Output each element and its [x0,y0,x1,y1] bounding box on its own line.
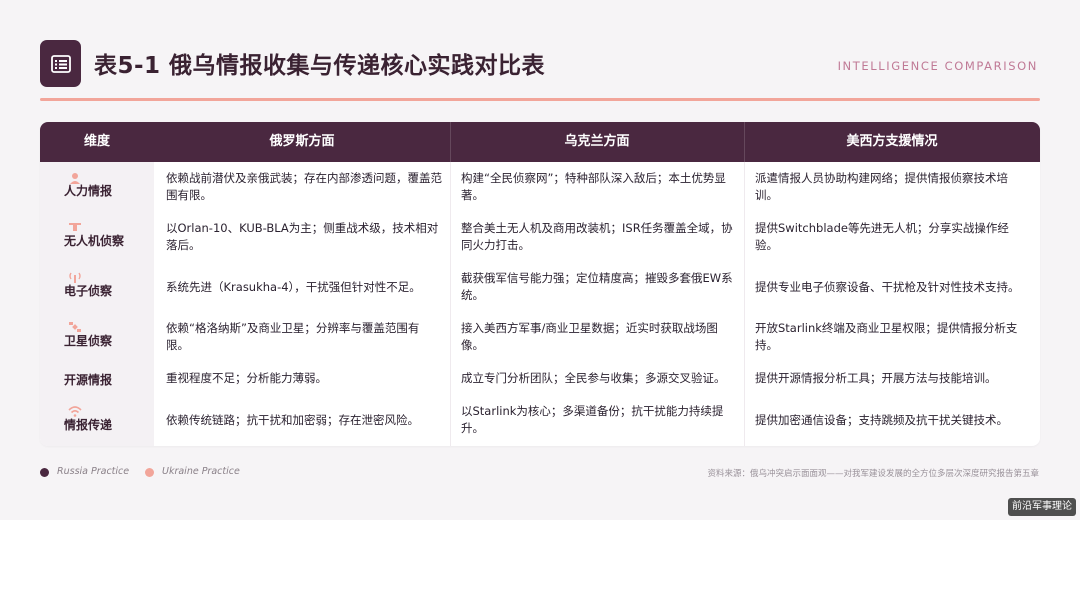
dimension-label: 卫星侦察 [64,334,113,348]
ukraine-cell: 截获俄军信号能力强；定位精度高；摧毁多套俄EW系统。 [461,271,733,302]
dimension-label: 开源情报 [64,373,113,387]
table-row: 情报传递 依赖传统链路；抗干扰和加密弱；存在泄密风险。 以Starlink为核心… [40,395,1040,446]
column-header-west: 美西方支援情况 [846,134,938,149]
dimension-label: 无人机侦察 [64,234,125,248]
legend-swatch-ukraine [145,468,154,477]
ukraine-cell: 整合美土无人机及商用改装机；ISR任务覆盖全域，协同火力打击。 [461,221,733,252]
legend-label-russia: Russia Practice [57,466,130,477]
column-header-ukraine: 乌克兰方面 [564,134,630,149]
column-divider [450,212,451,262]
page-title: 表5-1 俄乌情报收集与传递核心实践对比表 [94,53,546,79]
dimension-cell: 人力情报 [40,162,154,212]
dimension-cell: 卫星侦察 [40,312,154,362]
table-row: 电子侦察 系统先进（Krasukha-4），干扰强但针对性不足。 截获俄军信号能… [40,262,1040,312]
dimension-cell: 开源情报 [40,362,154,395]
dimension-label: 情报传递 [64,418,113,432]
west-cell: 开放Starlink终端及商业卫星权限；提供情报分析支持。 [755,321,1018,352]
russia-cell: 依赖“格洛纳斯”及商业卫星；分辨率与覆盖范围有限。 [166,321,420,352]
table-header: 维度 俄罗斯方面 乌克兰方面 美西方支援情况 [40,122,1040,162]
title-divider [40,98,1040,101]
legend-swatch-russia [40,468,49,477]
west-cell: 提供开源情报分析工具；开展方法与技能培训。 [755,371,997,385]
west-cell: 提供加密通信设备；支持跳频及抗干扰关键技术。 [755,413,1008,427]
page-subtitle: INTELLIGENCE COMPARISON [837,59,1038,73]
russia-cell: 系统先进（Krasukha-4），干扰强但针对性不足。 [166,280,421,294]
west-cell: 派遣情报人员协助构建网络；提供情报侦察技术培训。 [755,171,1008,202]
ukraine-cell: 构建“全民侦察网”；特种部队深入敌后；本土优势显著。 [461,171,726,202]
source-note: 资料来源：俄乌冲突启示面面观——对我军建设发展的全方位多层次深度研究报告第五章 [707,469,1039,479]
comparison-table: 维度 俄罗斯方面 乌克兰方面 美西方支援情况 人力情报 依赖战前潜伏及亲俄武装；… [40,122,1040,446]
header-divider [450,122,451,162]
column-divider [450,362,451,395]
legend-label-ukraine: Ukraine Practice [162,466,240,477]
column-divider [744,262,745,312]
table-row: 无人机侦察 以Orlan-10、KUB-BLA为主；侧重战术级，技术相对落后。 … [40,212,1040,262]
column-divider [744,162,745,212]
dimension-label: 人力情报 [64,184,113,198]
russia-cell: 以Orlan-10、KUB-BLA为主；侧重战术级，技术相对落后。 [166,221,439,252]
list-icon [40,40,81,87]
column-divider [450,262,451,312]
column-divider [450,395,451,446]
table-row: 人力情报 依赖战前潜伏及亲俄武装；存在内部渗透问题，覆盖范围有限。 构建“全民侦… [40,162,1040,212]
column-header-russia: 俄罗斯方面 [269,134,335,149]
ukraine-cell: 成立专门分析团队；全民参与收集；多源交叉验证。 [461,371,726,385]
column-divider [744,395,745,446]
russia-cell: 重视程度不足；分析能力薄弱。 [166,371,327,385]
ukraine-cell: 接入美西方军事/商业卫星数据；近实时获取战场图像。 [461,321,718,352]
russia-cell: 依赖传统链路；抗干扰和加密弱；存在泄密风险。 [166,413,419,427]
column-divider [744,362,745,395]
header-divider [744,122,745,162]
slide: 表5-1 俄乌情报收集与传递核心实践对比表 INTELLIGENCE COMPA… [0,0,1080,520]
column-divider [744,212,745,262]
ukraine-cell: 以Starlink为核心；多渠道备份；抗干扰能力持续提升。 [461,404,724,435]
watermark-badge: 前沿军事理论 [1008,498,1076,516]
column-divider [450,312,451,362]
table-row: 开源情报 重视程度不足；分析能力薄弱。 成立专门分析团队；全民参与收集；多源交叉… [40,362,1040,395]
dimension-cell: 电子侦察 [40,262,154,312]
column-divider [744,312,745,362]
west-cell: 提供专业电子侦察设备、干扰枪及针对性技术支持。 [755,280,1020,294]
table-row: 卫星侦察 依赖“格洛纳斯”及商业卫星；分辨率与覆盖范围有限。 接入美西方军事/商… [40,312,1040,362]
dimension-cell: 情报传递 [40,395,154,446]
column-divider [450,162,451,212]
west-cell: 提供Switchblade等先进无人机；分享实战操作经验。 [755,221,1009,252]
column-header-dimension: 维度 [83,134,110,149]
dimension-cell: 无人机侦察 [40,212,154,262]
dimension-label: 电子侦察 [64,284,113,298]
russia-cell: 依赖战前潜伏及亲俄武装；存在内部渗透问题，覆盖范围有限。 [166,171,442,202]
